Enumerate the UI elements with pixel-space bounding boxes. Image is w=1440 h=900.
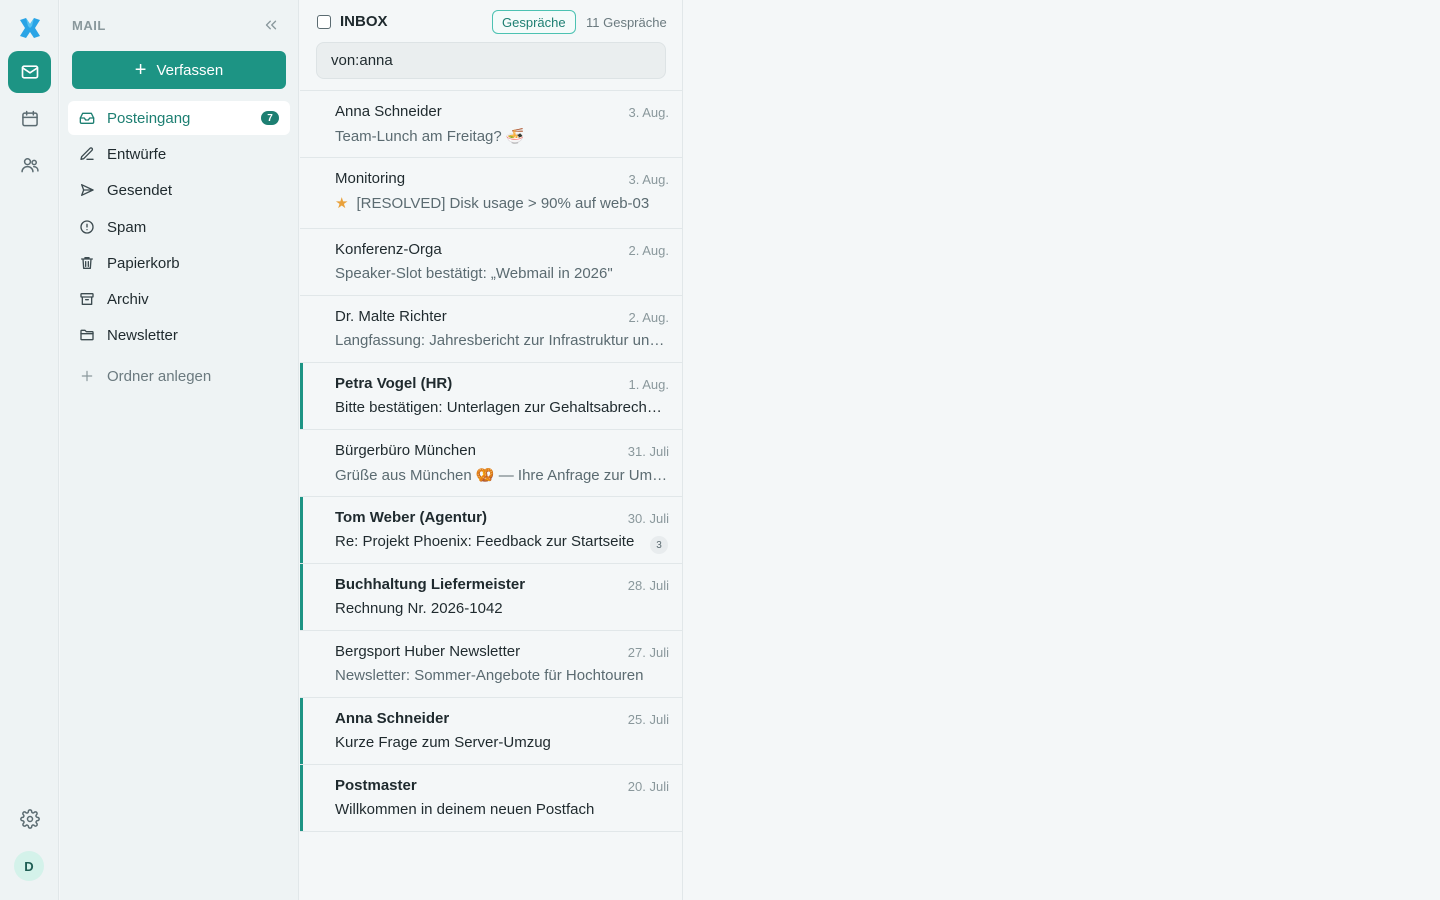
folder-label: Papierkorb [107,254,180,272]
message-date: 27. Juli [627,645,669,660]
message-subject: Team-Lunch am Freitag? 🍜 [335,128,525,145]
mail-icon [21,65,38,79]
select-all-checkbox[interactable] [317,15,331,29]
message-subject: Rechnung Nr. 2026-1042 [335,600,503,617]
plus-icon [79,368,95,384]
calendar-icon [21,110,38,127]
message-row[interactable]: Konferenz-Orga 2. Aug. Speaker-Slot best… [300,229,682,296]
message-date: 25. Juli [627,712,669,727]
message-subject-line: ★ [RESOLVED] Disk usage > 90% auf web-03 [335,194,668,212]
message-row[interactable]: Monitoring 3. Aug. ★ [RESOLVED] Disk usag… [300,158,682,229]
message-subject: Langfassung: Jahresbericht zur Infrastru… [335,332,668,349]
message-date: 2. Aug. [628,243,669,258]
inbox-icon [79,110,95,126]
folder-item-posteingang[interactable]: Posteingang 7 [68,101,290,135]
folder-label: Newsletter [107,326,178,344]
app-rail: D [0,0,59,900]
message-row[interactable]: Tom Weber (Agentur) 30. Juli Re: Projekt… [300,497,682,564]
folder-item-archiv[interactable]: Archiv [68,282,290,316]
message-subject: Speaker-Slot bestätigt: „Webmail in 2026… [335,265,613,282]
folder-label: Gesendet [107,181,173,199]
folder-item-entwuerfe[interactable]: Entwürfe [68,137,290,171]
message-date: 3. Aug. [628,172,669,187]
contacts-nav-button[interactable] [8,144,51,186]
message-sender: Buchhaltung Liefermeister [335,576,526,593]
folder-label: Posteingang [107,109,191,127]
folder-item-newsletter[interactable]: Newsletter [68,318,290,352]
message-sender: Anna Schneider [335,710,450,727]
view-toggle-chip[interactable]: Gespräche [492,10,576,34]
pencil-icon [79,146,95,162]
reading-pane [684,0,1440,900]
message-sender: Konferenz-Orga [335,241,442,258]
new-folder-label: Ordner anlegen [107,367,212,385]
message-row[interactable]: Postmaster 20. Juli Willkommen in deinem… [300,765,682,832]
message-sender: Tom Weber (Agentur) [335,509,487,526]
compose-button[interactable]: + Verfassen [72,51,286,89]
message-sender: Bürgerbüro München [335,442,476,459]
alert-circle-icon [79,219,95,235]
folder-item-gesendet[interactable]: Gesendet [68,173,290,207]
mail-nav-button[interactable] [8,51,51,93]
trash-icon [79,255,95,271]
message-sender: Postmaster [335,777,417,794]
folder-sidebar: MAIL + Verfassen Posteingang 7 Entwürfe … [60,0,299,900]
message-row[interactable]: Dr. Malte Richter 2. Aug. Langfassung: J… [300,296,682,363]
message-subject: Willkommen in deinem neuen Postfach [335,801,595,818]
folder-label: Spam [107,218,147,236]
send-icon [79,182,95,198]
message-date: 20. Juli [627,779,669,794]
folder-item-spam[interactable]: Spam [68,210,290,244]
message-date: 30. Juli [627,511,669,526]
message-row[interactable]: Buchhaltung Liefermeister 28. Juli Rechn… [300,564,682,631]
message-date: 31. Juli [627,444,669,459]
message-subject: Kurze Frage zum Server-Umzug [335,734,551,751]
avatar[interactable]: D [14,851,44,881]
gear-icon [19,809,40,829]
message-date: 3. Aug. [628,105,669,120]
message-sender: Dr. Malte Richter [335,308,447,325]
app-logo-icon[interactable] [16,14,44,42]
message-sender: Petra Vogel (HR) [335,375,453,392]
message-subject: Bitte bestätigen: Unterlagen zur Gehalts… [335,399,668,416]
message-row[interactable]: Bürgerbüro München 31. Juli Grüße aus Mü… [300,430,682,497]
message-date: 2. Aug. [628,310,669,325]
compose-label: Verfassen [156,61,224,79]
calendar-nav-button[interactable] [8,98,51,140]
new-folder-button[interactable]: Ordner anlegen [68,359,290,393]
message-row[interactable]: Petra Vogel (HR) 1. Aug. Bitte bestätige… [300,363,682,430]
folder-label: Entwürfe [107,145,167,163]
message-list-panel: INBOX Gespräche 11 Gespräche Anna Schnei… [300,0,683,900]
message-subject: Newsletter: Sommer-Angebote für Hochtour… [335,667,644,684]
folder-icon [79,327,95,343]
conversation-count: 11 Gespräche [586,15,667,30]
search-input[interactable] [316,42,666,79]
message-row[interactable]: Anna Schneider 25. Juli Kurze Frage zum … [300,698,682,765]
message-row[interactable]: Bergsport Huber Newsletter 27. Juli News… [300,631,682,698]
message-date: 1. Aug. [628,377,669,392]
message-sender: Anna Schneider [335,103,442,120]
plus-icon: + [134,59,147,81]
message-date: 28. Juli [627,578,669,593]
mailbox-title: INBOX [340,13,388,30]
message-subject: Grüße aus München 🥨 — Ihre Anfrage zur U… [335,467,668,484]
archive-icon [79,291,95,307]
message-subject: [RESOLVED] Disk usage > 90% auf web-03 [356,195,650,212]
folder-item-papierkorb[interactable]: Papierkorb [68,246,290,280]
double-chevron-left-icon [265,20,277,30]
message-sender: Monitoring [335,170,406,187]
settings-button[interactable] [8,798,51,840]
unread-badge: 7 [261,111,279,125]
section-label: MAIL [72,18,106,33]
message-subject: Re: Projekt Phoenix: Feedback zur Starts… [335,533,635,550]
folder-label: Archiv [107,290,149,308]
collapse-sidebar-button[interactable] [262,16,280,34]
thread-count-badge: 3 [650,536,668,554]
star-icon[interactable]: ★ [335,195,348,212]
message-list: Anna Schneider 3. Aug. Team-Lunch am Fre… [300,90,682,832]
message-sender: Bergsport Huber Newsletter [335,643,521,660]
contacts-icon [20,158,39,173]
message-row[interactable]: Anna Schneider 3. Aug. Team-Lunch am Fre… [300,91,682,158]
